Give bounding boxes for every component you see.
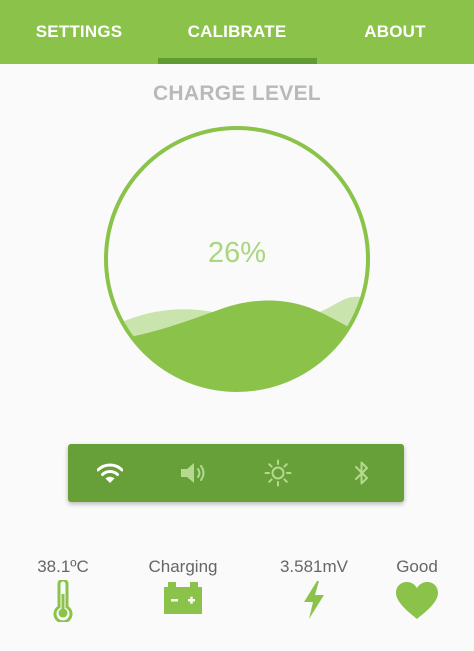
tab-settings[interactable]: SETTINGS (0, 0, 158, 64)
health-value: Good (396, 557, 438, 576)
volume-toggle[interactable] (152, 444, 236, 502)
tab-about[interactable]: ABOUT (316, 0, 474, 64)
charging-status: Charging (124, 556, 242, 624)
quick-toggle-panel (68, 444, 404, 502)
app-root: SETTINGS CALIBRATE ABOUT CHARGE LEVEL 26… (0, 0, 474, 651)
voltage-value: 3.581mV (279, 557, 349, 576)
charging-state-value: Charging (148, 557, 218, 576)
tab-calibrate[interactable]: CALIBRATE (158, 0, 316, 64)
wifi-toggle[interactable] (68, 444, 152, 502)
charge-gauge: 26% (101, 123, 373, 395)
tab-selected-indicator (158, 58, 317, 64)
volume-icon (181, 463, 205, 483)
temperature-value: 38.1ºC (37, 557, 89, 576)
voltage-status: 3.581mV (255, 556, 373, 624)
brightness-toggle[interactable] (236, 444, 320, 502)
tab-bar: SETTINGS CALIBRATE ABOUT (0, 0, 474, 64)
lightning-icon (304, 581, 324, 619)
bluetooth-toggle[interactable] (320, 444, 404, 502)
health-status: Good (358, 556, 474, 624)
temperature-status: 38.1ºC (4, 556, 122, 624)
brightness-icon (264, 459, 292, 487)
charge-level-title: CHARGE LEVEL (152, 82, 322, 105)
charge-percent: 26% (207, 237, 267, 269)
bluetooth-icon (355, 461, 368, 485)
battery-icon (164, 582, 202, 614)
heart-icon (396, 582, 438, 619)
wifi-icon (97, 463, 123, 483)
thermometer-icon (53, 580, 73, 622)
